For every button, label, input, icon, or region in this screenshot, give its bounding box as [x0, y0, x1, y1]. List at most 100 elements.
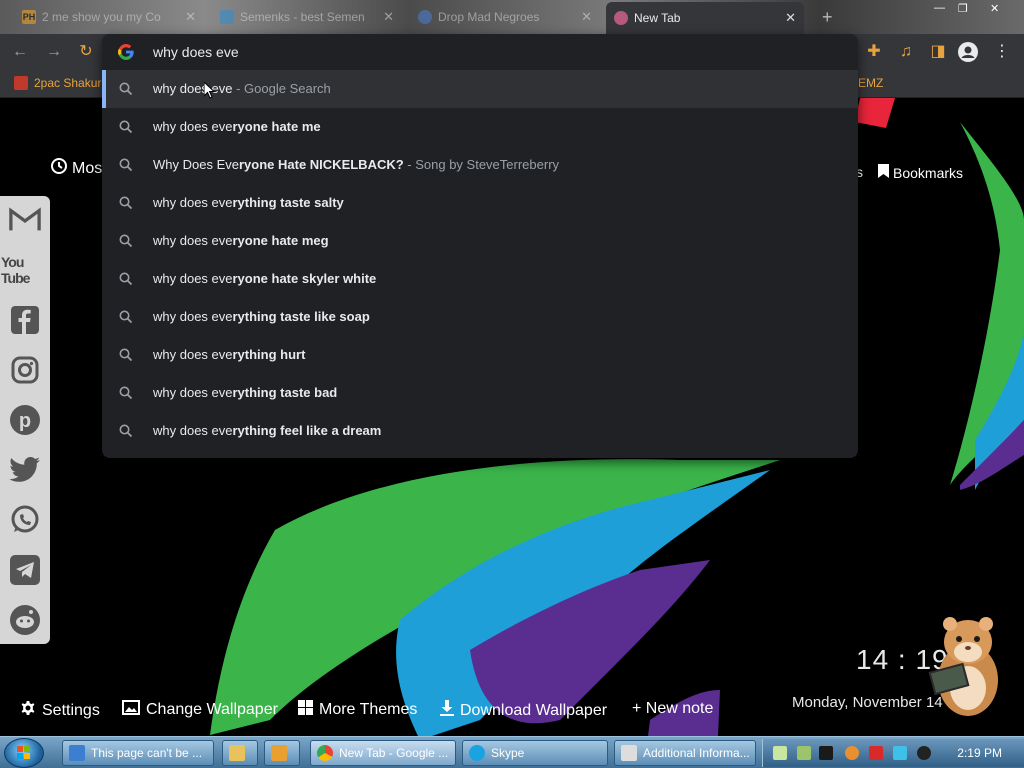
suggestion-typed: why does eve	[153, 423, 233, 438]
start-button-windows-icon[interactable]	[4, 738, 44, 768]
omnibox-query: why does eve	[153, 44, 239, 60]
tray-volume-icon[interactable]	[917, 746, 931, 760]
suggestion-row[interactable]: why does everything hurt	[102, 336, 858, 374]
forward-arrow-icon[interactable]: →	[44, 42, 64, 62]
suggestion-text: why does everyone hate skyler white	[153, 271, 376, 286]
facebook-icon[interactable]	[9, 304, 41, 336]
tray-checkmark-icon[interactable]	[819, 746, 833, 760]
search-icon	[119, 234, 133, 248]
tray-flag-icon[interactable]	[869, 746, 883, 760]
download-wallpaper-label: Download Wallpaper	[460, 701, 608, 719]
taskbar-item-label: Additional Informa...	[643, 746, 750, 760]
suggestion-typed: why does eve	[153, 119, 233, 134]
search-icon	[119, 310, 133, 324]
taskbar-item[interactable]: Additional Informa...	[614, 740, 756, 766]
tray-app-icon[interactable]	[797, 746, 811, 760]
window-close-icon[interactable]: ✕	[990, 2, 999, 16]
search-icon	[119, 424, 133, 438]
ie-icon	[69, 745, 85, 761]
taskbar-item[interactable]: New Tab - Google ...	[310, 740, 456, 766]
restore-icon[interactable]: ❐	[958, 2, 968, 16]
bookmark-label: 2pac Shakur	[34, 76, 102, 90]
pinterest-icon[interactable]: p	[9, 404, 41, 436]
tab-2[interactable]: Semenks - best Semen ✕	[212, 4, 402, 30]
suggestion-row[interactable]: why does everything feel like a dream	[102, 412, 858, 450]
folder-icon	[229, 745, 245, 761]
back-arrow-icon[interactable]: ←	[10, 42, 30, 62]
download-wallpaper-button[interactable]: Download Wallpaper	[440, 700, 607, 721]
youtube-icon[interactable]: You Tube	[1, 254, 49, 286]
download-icon	[440, 700, 454, 721]
taskbar-item[interactable]: This page can't be ...	[62, 740, 214, 766]
close-icon[interactable]: ✕	[383, 9, 394, 25]
suggestion-text: why does everything hurt	[153, 347, 305, 362]
menu-kebab-icon[interactable]: ⋮	[992, 42, 1012, 62]
whatsapp-icon[interactable]	[9, 504, 41, 536]
twitter-icon[interactable]	[9, 454, 41, 486]
new-note-label: + New note	[632, 700, 714, 717]
more-themes-label: More Themes	[319, 701, 418, 718]
taskbar-item[interactable]	[222, 740, 258, 766]
telegram-icon[interactable]	[9, 554, 41, 586]
taskbar-item[interactable]	[264, 740, 300, 766]
suggestion-row[interactable]: why does everything taste salty	[102, 184, 858, 222]
gmail-icon[interactable]	[9, 204, 41, 236]
media-control-icon[interactable]: ♫	[896, 42, 916, 62]
new-tab-button[interactable]: +	[814, 4, 838, 30]
close-icon[interactable]: ✕	[581, 9, 592, 25]
most-visited-link[interactable]: Mos	[50, 157, 102, 180]
bookmarks-label: Bookmarks	[893, 164, 964, 181]
svg-text:p: p	[19, 410, 31, 432]
suggestion-row[interactable]: Why Does Everyone Hate NICKELBACK? - Son…	[102, 146, 858, 184]
tray-app-icon[interactable]	[773, 746, 787, 760]
address-bar[interactable]: why does eve	[102, 34, 858, 70]
pornhub-favicon-icon: PH	[22, 10, 36, 24]
tab-3[interactable]: Drop Mad Negroes ✕	[410, 4, 600, 30]
minimize-icon[interactable]: —	[934, 2, 945, 16]
tray-search-icon[interactable]	[845, 746, 859, 760]
site-favicon-icon	[418, 10, 432, 24]
taskbar-item[interactable]: Skype	[462, 740, 608, 766]
tab-new-tab[interactable]: New Tab ✕	[606, 2, 804, 34]
date: Monday, November 14	[792, 694, 943, 711]
search-icon	[119, 272, 133, 286]
bookmark-emz[interactable]: EMZ	[858, 76, 883, 90]
bookmark-favicon-icon	[14, 76, 28, 90]
search-icon	[119, 348, 133, 362]
tab-1[interactable]: PH 2 me show you my Co ✕	[14, 4, 204, 30]
settings-button[interactable]: Settings	[20, 700, 100, 721]
suggestion-text: Why Does Everyone Hate NICKELBACK? - Son…	[153, 157, 559, 172]
change-wallpaper-label: Change Wallpaper	[146, 701, 278, 718]
search-icon	[119, 82, 133, 96]
suggestion-row[interactable]: why does everyone hate me	[102, 108, 858, 146]
new-note-button[interactable]: + New note	[632, 700, 713, 718]
suggestion-typed: why does eve	[153, 81, 233, 96]
more-themes-button[interactable]: More Themes	[298, 700, 417, 720]
taskbar-item-label: This page can't be ...	[91, 746, 203, 760]
extensions-icon[interactable]: ✚	[864, 42, 884, 62]
instagram-icon[interactable]	[9, 354, 41, 386]
suggestion-typed: why does eve	[153, 385, 233, 400]
bookmark-2pac[interactable]: 2pac Shakur	[14, 76, 101, 90]
suggestion-row[interactable]: why does everything taste like soap	[102, 298, 858, 336]
side-panel-icon[interactable]: ◨	[928, 42, 948, 62]
bookmarks-link[interactable]: Bookmarks	[878, 164, 963, 181]
close-icon[interactable]: ✕	[185, 9, 196, 25]
search-icon	[119, 158, 133, 172]
close-icon[interactable]: ✕	[785, 10, 796, 26]
window-icon	[621, 745, 637, 761]
tray-monitor-icon[interactable]	[893, 746, 907, 760]
change-wallpaper-button[interactable]: Change Wallpaper	[122, 700, 278, 720]
taskbar-item-label: New Tab - Google ...	[339, 746, 449, 760]
reddit-icon[interactable]	[9, 604, 41, 636]
taskbar-clock[interactable]: 2:19 PM	[957, 746, 1002, 760]
taskbar-item-label: Skype	[491, 746, 525, 760]
reload-icon[interactable]: ↻	[76, 42, 96, 62]
suggestion-row[interactable]: why does everyone hate skyler white	[102, 260, 858, 298]
suggestion-row[interactable]: why does everyone hate meg	[102, 222, 858, 260]
suggestion-row[interactable]: why does everything taste bad	[102, 374, 858, 412]
profile-avatar-icon[interactable]	[958, 42, 978, 62]
omnibox-dropdown: why does eve why does eve - Google Searc…	[102, 34, 858, 458]
suggestion-text: why does everyone hate meg	[153, 233, 329, 248]
system-tray: 2:19 PM	[762, 739, 1024, 767]
